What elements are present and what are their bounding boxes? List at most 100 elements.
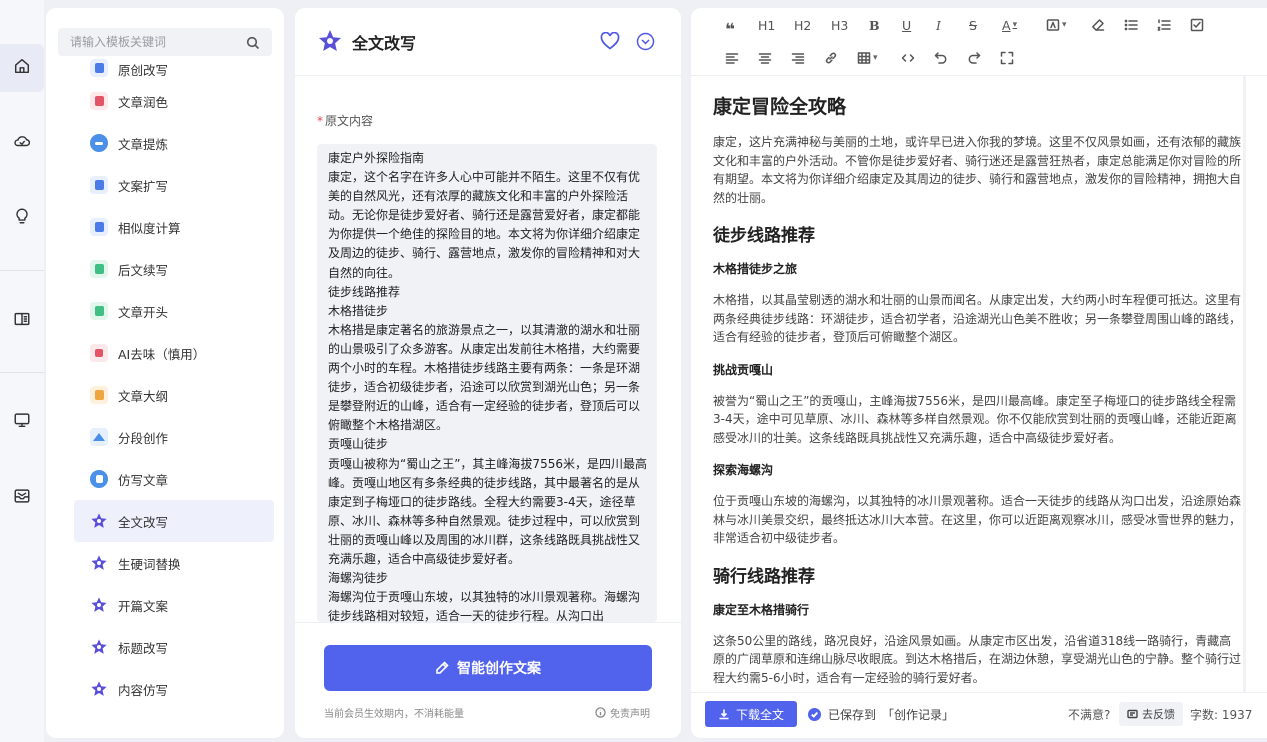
- monitor-icon: [13, 411, 31, 433]
- template-item-label: 分段创作: [118, 430, 169, 446]
- template-item-label: 内容仿写: [118, 682, 169, 698]
- editor-footer: 下载全文 已保存到 「创作记录」 不满意? 去反馈 字数: 1937: [691, 692, 1267, 738]
- rail-home[interactable]: [0, 44, 44, 92]
- template-item[interactable]: 文章大纲: [74, 374, 274, 416]
- heading2-button[interactable]: H2: [794, 15, 811, 35]
- lightbulb-icon: [13, 207, 31, 229]
- search-icon[interactable]: [246, 35, 260, 50]
- underline-button[interactable]: U: [902, 15, 911, 35]
- template-doc-icon: [90, 470, 108, 488]
- template-panel: 原创改写 文章润色 文章提炼 文案扩写 相似度计算 后文续写 文章开头 AI去: [46, 8, 284, 738]
- inbox-icon: [13, 487, 31, 509]
- template-item[interactable]: AI去味（慎用）: [74, 332, 274, 374]
- template-search-input[interactable]: [58, 28, 272, 56]
- star-icon: [91, 639, 107, 654]
- feedback-button[interactable]: 去反馈: [1119, 702, 1183, 726]
- feedback-label: 去反馈: [1142, 708, 1175, 721]
- generate-button[interactable]: 智能创作文案: [324, 645, 652, 691]
- template-item[interactable]: 标题改写: [74, 626, 274, 668]
- saved-status: 已保存到 「创作记录」: [808, 706, 954, 723]
- template-item[interactable]: 文章润色: [74, 80, 274, 122]
- rail-cloud[interactable]: [0, 119, 44, 167]
- align-center-icon[interactable]: [758, 48, 772, 68]
- table-icon[interactable]: [857, 48, 878, 68]
- rail-library[interactable]: [0, 297, 44, 345]
- italic-button[interactable]: I: [936, 15, 941, 35]
- rail-divider: [0, 270, 44, 271]
- feedback-icon: [1127, 709, 1138, 718]
- template-doc-icon: [90, 344, 108, 362]
- ordered-list-icon[interactable]: [1157, 15, 1171, 35]
- template-item[interactable]: 文章开头: [74, 290, 274, 332]
- template-doc-icon: [90, 302, 108, 320]
- book-icon: [13, 310, 31, 332]
- template-item[interactable]: 分段创作: [74, 416, 274, 458]
- blockquote-icon[interactable]: ❝: [725, 20, 735, 40]
- saved-target-link[interactable]: 「创作记录」: [882, 706, 954, 723]
- source-textarea[interactable]: 康定户外探险指南 康定，这个名字在许多人心中可能并不陌生。这里不仅有优美的自然风…: [317, 144, 657, 622]
- info-icon: [595, 707, 606, 718]
- rail-divider: [0, 372, 44, 373]
- template-item-label: 生硬词替换: [118, 556, 181, 572]
- code-icon[interactable]: [901, 48, 915, 68]
- editor-document[interactable]: 康定冒险全攻略 康定，这片充满神秘与美丽的土地，或许早已进入你我的梦境。这里不仅…: [713, 88, 1241, 688]
- template-item[interactable]: 相似度计算: [74, 206, 274, 248]
- member-note: 当前会员生效期内，不消耗能量: [324, 709, 464, 720]
- checklist-icon[interactable]: [1190, 15, 1204, 35]
- rail-idea[interactable]: [0, 194, 44, 242]
- template-item[interactable]: 内容仿写: [74, 668, 274, 710]
- template-item-label: 全文改写: [118, 514, 169, 530]
- left-rail: [0, 0, 44, 742]
- rail-monitor[interactable]: [0, 398, 44, 446]
- editor-scrollbar[interactable]: [1243, 76, 1246, 692]
- align-left-icon[interactable]: [725, 48, 739, 68]
- page-title: 全文改写: [352, 34, 417, 53]
- download-button[interactable]: 下载全文: [705, 701, 797, 727]
- undo-icon[interactable]: [934, 48, 948, 68]
- bold-button[interactable]: B: [869, 15, 880, 35]
- bg-color-icon[interactable]: [1046, 15, 1067, 35]
- source-label-text: 原文内容: [325, 114, 374, 128]
- fullscreen-icon[interactable]: [1000, 48, 1014, 68]
- template-item[interactable]: 开篇文案: [74, 584, 274, 626]
- template-doc-icon: [90, 176, 108, 194]
- rail-inbox[interactable]: [0, 474, 44, 522]
- template-doc-icon: [90, 386, 108, 404]
- bullet-list-icon[interactable]: [1124, 15, 1138, 35]
- template-item-label: 仿写文章: [118, 472, 169, 488]
- disclaimer-link[interactable]: 免责声明: [595, 705, 650, 720]
- heading3-button[interactable]: H3: [831, 15, 848, 35]
- source-header: 全文改写: [295, 8, 681, 76]
- heading1-button[interactable]: H1: [758, 15, 775, 35]
- template-item-label: 文章提炼: [118, 136, 169, 152]
- source-label: * 原文内容: [317, 112, 373, 129]
- template-item[interactable]: 仿写文章: [74, 458, 274, 500]
- pen-icon: [436, 661, 449, 674]
- font-color-button[interactable]: A: [1002, 15, 1017, 35]
- chevron-down-icon[interactable]: [636, 32, 655, 51]
- doc-paragraph: 这条50公里的路线，路况良好，沿途风景如画。从康定市区出发，沿省道318线一路骑…: [713, 633, 1241, 685]
- template-item-label: 文章大纲: [118, 388, 169, 404]
- redo-icon[interactable]: [967, 48, 981, 68]
- saved-prefix: 已保存到: [828, 708, 877, 722]
- required-mark: *: [317, 114, 323, 128]
- template-item[interactable]: 生硬词替换: [74, 542, 274, 584]
- doc-paragraph: 康定，这片充满神秘与美丽的土地，或许早已进入你我的梦境。这里不仅风景如画，还有浓…: [713, 135, 1241, 205]
- unsatisfied-label: 不满意?: [1068, 708, 1111, 722]
- eraser-icon[interactable]: [1091, 15, 1105, 35]
- star-icon: [91, 513, 107, 528]
- align-right-icon[interactable]: [791, 48, 805, 68]
- template-item[interactable]: 文章提炼: [74, 122, 274, 164]
- template-item[interactable]: 文案扩写: [74, 164, 274, 206]
- template-item-label: AI去味（慎用）: [118, 346, 206, 362]
- divider: [295, 622, 681, 623]
- strikethrough-button[interactable]: S: [969, 15, 977, 35]
- doc-paragraph: 被誉为“蜀山之王”的贡嘎山，主峰海拔7556米，是四川最高峰。康定至子梅垭口的徒…: [713, 393, 1237, 445]
- word-count: 字数: 1937: [1190, 708, 1253, 722]
- template-item[interactable]: 原创改写: [74, 59, 274, 80]
- template-item[interactable]: 后文续写: [74, 248, 274, 290]
- heart-icon[interactable]: [600, 31, 620, 50]
- link-icon[interactable]: [824, 48, 838, 68]
- editor-toolbar: ❝ H1 H2 H3 B U I S A: [691, 8, 1267, 76]
- template-item-active[interactable]: 全文改写: [74, 500, 274, 542]
